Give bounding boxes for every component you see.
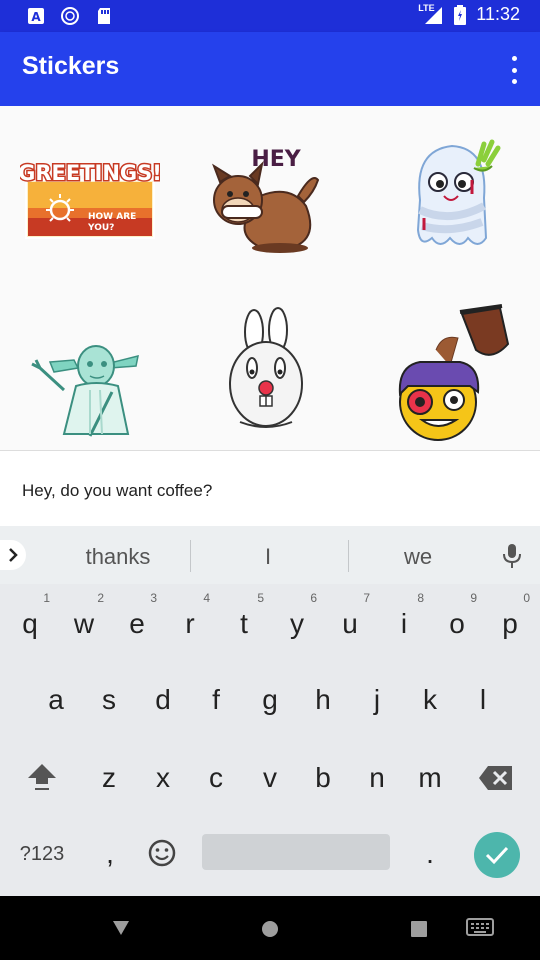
key-t[interactable]: t5	[218, 591, 270, 654]
symbols-key[interactable]: ?123	[10, 824, 74, 884]
key-m[interactable]: m	[404, 748, 456, 808]
emoji-icon	[148, 839, 176, 867]
suggestion-1[interactable]: thanks	[58, 544, 178, 570]
suggestion-strip: thanks I we	[0, 526, 540, 584]
sticker-bunny[interactable]	[200, 304, 340, 444]
sticker-yoda[interactable]	[20, 306, 160, 446]
soft-keyboard: thanks I we q1 w2 e3 r4 t5 y6 u7 i8 o9 p…	[0, 526, 540, 896]
battery-icon	[454, 4, 467, 25]
microphone-icon[interactable]	[500, 542, 524, 570]
clock: 11:32	[476, 4, 520, 24]
key-a[interactable]: a	[30, 670, 82, 730]
key-n[interactable]: n	[351, 748, 403, 808]
key-h[interactable]: h	[297, 670, 349, 730]
greetings-subtitle-2: YOU?	[87, 223, 114, 233]
suggestion-2[interactable]: I	[208, 544, 328, 570]
key-o[interactable]: o9	[431, 591, 483, 654]
comma-key[interactable]: ,	[84, 824, 136, 884]
key-c[interactable]: c	[190, 748, 242, 808]
key-q[interactable]: q1	[4, 591, 56, 654]
expand-suggestions-button[interactable]	[0, 540, 26, 570]
message-compose[interactable]: Hey, do you want coffee?	[0, 450, 540, 526]
shift-key[interactable]	[16, 748, 68, 808]
key-s[interactable]: s	[83, 670, 135, 730]
period-key[interactable]: .	[404, 824, 456, 884]
backspace-icon	[479, 766, 512, 790]
chevron-right-icon	[9, 548, 18, 562]
svg-text:A: A	[31, 10, 41, 24]
key-i[interactable]: i8	[378, 591, 430, 654]
circle-app-icon	[60, 6, 80, 26]
key-w[interactable]: w2	[58, 591, 110, 654]
sticker-grid: GREETINGS! HOW ARE YOU? HEY	[0, 106, 540, 450]
key-u[interactable]: u7	[324, 591, 376, 654]
sticker-coffee-face[interactable]	[380, 304, 520, 444]
sticker-greetings[interactable]: GREETINGS! HOW ARE YOU?	[17, 136, 163, 276]
checkmark-icon	[485, 846, 509, 865]
navigation-bar	[0, 896, 540, 960]
sticker-dog[interactable]: HEY	[200, 136, 340, 276]
keyboard-switch-icon[interactable]	[466, 918, 494, 942]
emoji-key[interactable]	[136, 824, 188, 884]
signal-icon: LTE	[418, 3, 444, 25]
key-f[interactable]: f	[190, 670, 242, 730]
key-k[interactable]: k	[404, 670, 456, 730]
app-title: Stickers	[22, 52, 120, 80]
backspace-key[interactable]	[470, 748, 522, 808]
space-bar[interactable]	[202, 834, 390, 870]
home-icon[interactable]	[261, 920, 279, 942]
status-bar: A LTE 11:32	[0, 0, 540, 32]
key-b[interactable]: b	[297, 748, 349, 808]
key-y[interactable]: y6	[271, 591, 323, 654]
greetings-subtitle-1: HOW ARE	[88, 212, 136, 222]
key-x[interactable]: x	[137, 748, 189, 808]
a-app-icon: A	[26, 6, 46, 26]
message-input-text[interactable]: Hey, do you want coffee?	[22, 481, 212, 501]
key-l[interactable]: l	[457, 670, 509, 730]
suggestion-divider	[190, 540, 191, 572]
key-z[interactable]: z	[83, 748, 135, 808]
suggestion-3[interactable]: we	[358, 544, 478, 570]
sticker-ghost[interactable]	[380, 130, 520, 270]
sd-card-icon	[94, 6, 114, 26]
recents-icon[interactable]	[411, 921, 427, 941]
back-icon[interactable]	[112, 920, 130, 940]
enter-key[interactable]	[474, 832, 520, 878]
key-v[interactable]: v	[244, 748, 296, 808]
key-j[interactable]: j	[351, 670, 403, 730]
key-d[interactable]: d	[137, 670, 189, 730]
key-e[interactable]: e3	[111, 591, 163, 654]
app-bar: Stickers	[0, 32, 540, 106]
key-g[interactable]: g	[244, 670, 296, 730]
greetings-title: GREETINGS!	[20, 161, 160, 185]
overflow-menu-icon[interactable]	[508, 56, 520, 84]
key-p[interactable]: p0	[484, 591, 536, 654]
shift-icon	[28, 764, 56, 790]
suggestion-divider	[348, 540, 349, 572]
key-r[interactable]: r4	[164, 591, 216, 654]
